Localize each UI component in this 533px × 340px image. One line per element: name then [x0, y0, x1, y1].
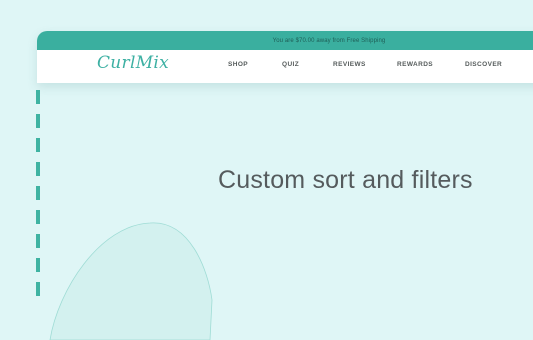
announcement-bar: You are $70.00 away from Free Shipping	[37, 31, 533, 50]
curlmix-logo[interactable]: CurlMix	[97, 53, 169, 73]
site-header-preview: You are $70.00 away from Free Shipping C…	[37, 31, 533, 83]
nav-rewards-link[interactable]: REWARDS	[397, 61, 433, 68]
decorative-blob	[49, 222, 213, 340]
nav-quiz-link[interactable]: QUIZ	[282, 61, 299, 68]
page-headline: Custom sort and filters	[218, 166, 473, 194]
nav-discover-link[interactable]: DISCOVER	[465, 61, 502, 68]
nav-reviews-link[interactable]: REVIEWS	[333, 61, 366, 68]
nav-shop-link[interactable]: SHOP	[228, 61, 248, 68]
free-shipping-message: You are $70.00 away from Free Shipping	[272, 37, 386, 44]
main-navigation: CurlMix SHOP QUIZ REVIEWS REWARDS DISCOV…	[37, 50, 533, 83]
